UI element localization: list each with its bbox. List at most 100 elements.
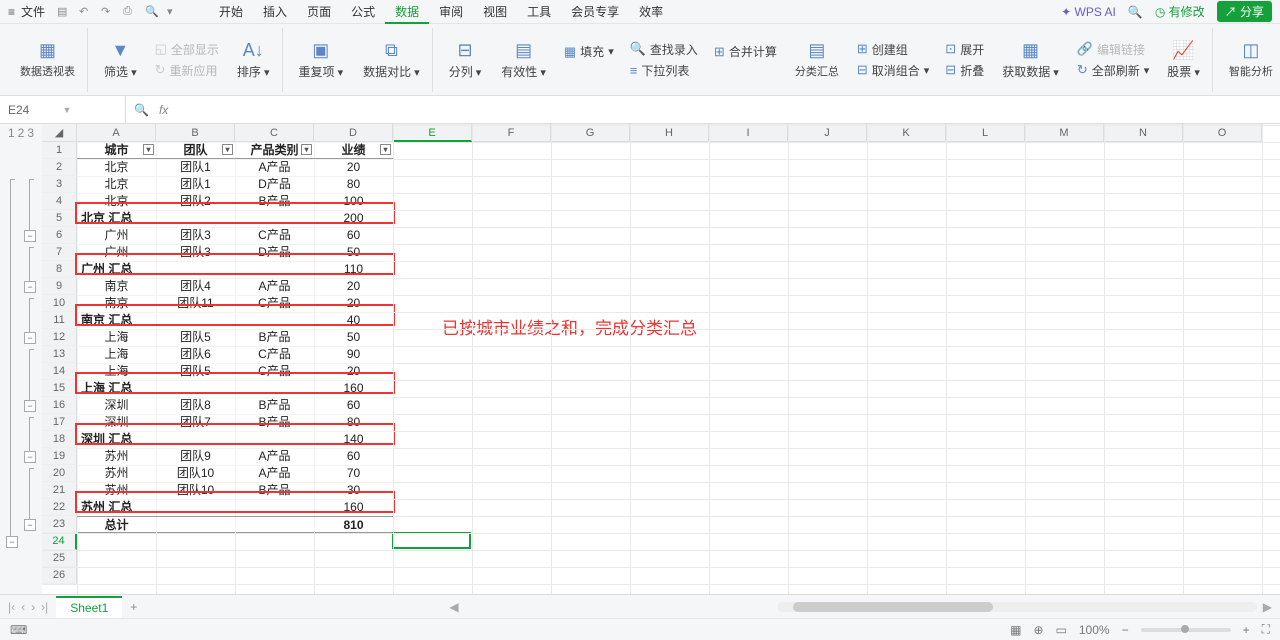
col-header-C[interactable]: C	[235, 124, 314, 142]
data-cell[interactable]: 20	[314, 278, 393, 295]
data-cell[interactable]: 团队3	[156, 244, 235, 261]
row-header-15[interactable]: 15	[42, 380, 77, 397]
data-cell[interactable]: B产品	[235, 414, 314, 431]
col-header-J[interactable]: J	[788, 124, 867, 142]
sheet-nav-last-icon[interactable]: ›|	[41, 600, 48, 614]
summary-value[interactable]: 40	[314, 312, 393, 329]
fill-button[interactable]: ▦填充 ▾	[564, 43, 614, 60]
data-cell[interactable]: 北京	[77, 193, 156, 210]
data-cell[interactable]: B产品	[235, 329, 314, 346]
row-header-14[interactable]: 14	[42, 363, 77, 380]
merge-calc-button[interactable]: ⊞合并计算	[714, 43, 777, 60]
row-header-22[interactable]: 22	[42, 499, 77, 516]
tab-插入[interactable]: 插入	[253, 0, 297, 24]
zoom-value[interactable]: 100%	[1079, 623, 1110, 637]
tab-页面[interactable]: 页面	[297, 0, 341, 24]
show-all-button[interactable]: ◱全部显示	[155, 41, 219, 58]
col-header-H[interactable]: H	[630, 124, 709, 142]
outline-level-3[interactable]: 3	[27, 126, 34, 140]
col-header-K[interactable]: K	[867, 124, 946, 142]
qat-print-icon[interactable]: ⎙	[123, 5, 139, 18]
tab-公式[interactable]: 公式	[341, 0, 385, 24]
data-cell[interactable]: A产品	[235, 159, 314, 176]
col-header-O[interactable]: O	[1183, 124, 1262, 142]
row-header-11[interactable]: 11	[42, 312, 77, 329]
header-perf[interactable]: 业绩▾	[314, 142, 393, 159]
zoom-slider[interactable]	[1141, 628, 1231, 632]
search-icon[interactable]: 🔍	[1128, 5, 1143, 19]
data-cell[interactable]: 60	[314, 397, 393, 414]
summary-value[interactable]: 110	[314, 261, 393, 278]
data-cell[interactable]: D产品	[235, 244, 314, 261]
hamburger-icon[interactable]: ≡	[8, 5, 15, 19]
row-header-8[interactable]: 8	[42, 261, 77, 278]
row-header-26[interactable]: 26	[42, 567, 77, 584]
data-cell[interactable]: 50	[314, 244, 393, 261]
summary-value[interactable]: 200	[314, 210, 393, 227]
name-box[interactable]: E24 ▼	[0, 96, 126, 123]
data-cell[interactable]: 60	[314, 227, 393, 244]
data-cell[interactable]: 团队5	[156, 329, 235, 346]
qat-save-icon[interactable]: ▤	[57, 5, 73, 18]
pivot-button[interactable]: ▦数据透视表	[12, 28, 88, 92]
split-button[interactable]: ⊟分列 ▾	[441, 28, 490, 92]
search-fx-icon[interactable]: 🔍	[134, 103, 149, 117]
data-cell[interactable]: 团队2	[156, 193, 235, 210]
row-header-20[interactable]: 20	[42, 465, 77, 482]
tab-视图[interactable]: 视图	[473, 0, 517, 24]
fullscreen-icon[interactable]: ⛶	[1262, 622, 1270, 637]
row-header-23[interactable]: 23	[42, 516, 77, 533]
row-header-4[interactable]: 4	[42, 193, 77, 210]
summary-label[interactable]: 上海 汇总	[77, 380, 156, 397]
select-all-corner[interactable]: ◢	[42, 124, 77, 142]
data-cell[interactable]: 80	[314, 414, 393, 431]
filter-toggle-icon[interactable]: ▾	[380, 144, 391, 155]
dropdown-list-button[interactable]: ≡下拉列表	[630, 62, 698, 79]
row-header-17[interactable]: 17	[42, 414, 77, 431]
header-team[interactable]: 团队▾	[156, 142, 235, 159]
filter-toggle-icon[interactable]: ▾	[222, 144, 233, 155]
tab-数据[interactable]: 数据	[385, 0, 429, 24]
sheet-nav-first-icon[interactable]: |‹	[8, 600, 15, 614]
row-header-21[interactable]: 21	[42, 482, 77, 499]
data-cell[interactable]: 50	[314, 329, 393, 346]
subtotal-button[interactable]: ▤分类汇总	[787, 28, 847, 92]
col-header-E[interactable]: E	[393, 124, 472, 142]
tab-开始[interactable]: 开始	[209, 0, 253, 24]
hscroll-right-icon[interactable]: ▶	[1263, 600, 1272, 614]
qat-redo-icon[interactable]: ↷	[101, 5, 117, 18]
data-cell[interactable]: 团队5	[156, 363, 235, 380]
outline-collapse-button[interactable]: −	[24, 451, 36, 463]
row-header-16[interactable]: 16	[42, 397, 77, 414]
outline-collapse-button[interactable]: −	[24, 400, 36, 412]
qat-undo-icon[interactable]: ↶	[79, 5, 95, 18]
tab-效率[interactable]: 效率	[629, 0, 673, 24]
data-cell[interactable]: 60	[314, 448, 393, 465]
filter-toggle-icon[interactable]: ▾	[143, 144, 154, 155]
spreadsheet-grid[interactable]: ◢ABCDEFGHIJKLMNO1城市▾团队▾产品类别▾业绩▾2北京团队1A产品…	[42, 124, 1280, 594]
row-header-18[interactable]: 18	[42, 431, 77, 448]
data-cell[interactable]: 南京	[77, 278, 156, 295]
data-cell[interactable]: A产品	[235, 465, 314, 482]
col-header-F[interactable]: F	[472, 124, 551, 142]
view-normal-icon[interactable]: ▦	[1010, 623, 1021, 637]
create-group-button[interactable]: ⊞创建组	[857, 41, 929, 58]
compare-button[interactable]: ⧉数据对比 ▾	[355, 28, 433, 92]
data-cell[interactable]: 深圳	[77, 414, 156, 431]
summary-label[interactable]: 广州 汇总	[77, 261, 156, 278]
get-data-button[interactable]: ▦获取数据 ▾	[994, 28, 1067, 92]
find-input-button[interactable]: 🔍查找录入	[630, 41, 698, 58]
data-cell[interactable]: 团队3	[156, 227, 235, 244]
data-cell[interactable]: 团队11	[156, 295, 235, 312]
share-button[interactable]: ↗ 分享	[1217, 1, 1272, 22]
summary-value[interactable]: 140	[314, 431, 393, 448]
refresh-all-button[interactable]: ↻全部刷新 ▾	[1077, 62, 1149, 79]
data-cell[interactable]: B产品	[235, 193, 314, 210]
outline-collapse-button[interactable]: −	[24, 230, 36, 242]
data-cell[interactable]: 70	[314, 465, 393, 482]
collapse-button[interactable]: ⊟折叠	[945, 62, 984, 79]
data-cell[interactable]: B产品	[235, 482, 314, 499]
outline-collapse-button[interactable]: −	[6, 536, 18, 548]
data-cell[interactable]: 80	[314, 176, 393, 193]
data-cell[interactable]: 团队4	[156, 278, 235, 295]
